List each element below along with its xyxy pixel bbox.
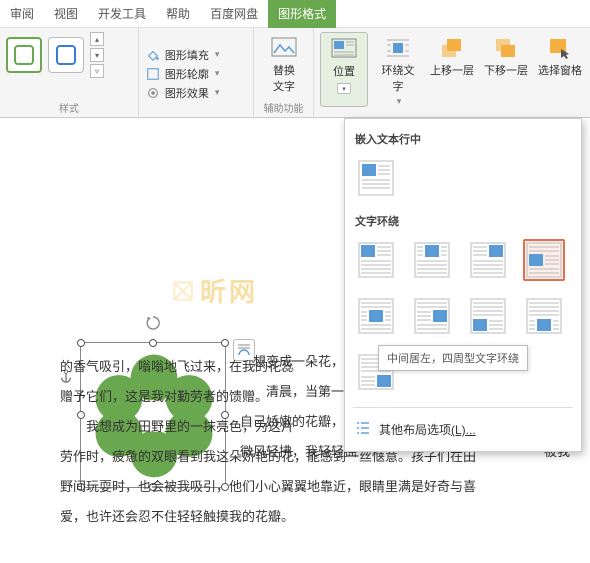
gallery-scroll-down[interactable]: ▾ <box>90 48 104 62</box>
bring-forward-label: 上移一层 <box>430 62 474 78</box>
dropdown-section-wrap: 文字环绕 <box>355 213 571 229</box>
chevron-down-icon: ▾ <box>397 96 402 107</box>
more-layout-key: (L)... <box>451 423 476 437</box>
selection-pane-button[interactable]: 选择窗格 <box>536 32 584 107</box>
group-accessibility: 替换 文字 辅助功能 <box>254 28 314 117</box>
position-option-middle-center[interactable] <box>355 295 397 337</box>
tab-baidu[interactable]: 百度网盘 <box>200 0 268 28</box>
gallery-more[interactable]: ▿ <box>90 64 104 78</box>
outline-icon <box>145 66 161 82</box>
gallery-scroll-up[interactable]: ▴ <box>90 32 104 46</box>
position-option-bottom-left[interactable] <box>467 295 509 337</box>
position-option-inline[interactable] <box>355 157 397 199</box>
shape-style-2[interactable] <box>48 37 84 73</box>
alt-text-button[interactable]: 替换 文字 <box>260 32 308 94</box>
more-layout-options[interactable]: 其他布局选项(L)... <box>353 416 573 443</box>
bring-forward-button[interactable]: 上移一层 <box>428 32 476 107</box>
alt-text-label: 替换 文字 <box>273 62 295 94</box>
tab-help[interactable]: 帮助 <box>156 0 200 28</box>
position-option-middle-left[interactable] <box>523 239 565 281</box>
tab-review[interactable]: 审阅 <box>0 0 44 28</box>
ribbon-tabs: 审阅 视图 开发工具 帮助 百度网盘 图形格式 <box>0 0 590 28</box>
shape-effects-label: 图形效果 <box>165 85 209 101</box>
tab-picture-format[interactable]: 图形格式 <box>268 0 336 28</box>
shape-fill-button[interactable]: 图形填充▾ <box>145 47 247 63</box>
position-icon <box>330 37 358 61</box>
position-dropdown-panel: 嵌入文本行中 文字环绕 <box>344 118 582 452</box>
group-arrange: 位置 ▾ 环绕文 字 ▾ 上移一层 下移一层 <box>314 28 590 117</box>
position-dropdown-toggle[interactable]: ▾ <box>337 83 351 94</box>
group-label-styles: 样式 <box>6 100 132 115</box>
text-line: 爱，也许还会忍不住轻轻触摸我的花瓣。 <box>60 502 580 532</box>
send-backward-label: 下移一层 <box>484 62 528 78</box>
position-option-top-left[interactable] <box>355 239 397 281</box>
tab-view[interactable]: 视图 <box>44 0 88 28</box>
send-backward-button[interactable]: 下移一层 <box>482 32 530 107</box>
position-button[interactable]: 位置 ▾ <box>320 32 368 107</box>
ribbon-bar: ▴ ▾ ▿ 样式 图形填充▾ 图形轮廓▾ <box>0 28 590 118</box>
tab-devtools[interactable]: 开发工具 <box>88 0 156 28</box>
effects-icon <box>145 85 161 101</box>
dropdown-section-inline: 嵌入文本行中 <box>355 131 571 147</box>
position-option-top-center[interactable] <box>411 239 453 281</box>
bring-forward-icon <box>438 36 466 60</box>
position-option-middle-right[interactable] <box>411 295 453 337</box>
shape-outline-button[interactable]: 图形轮廓▾ <box>145 66 247 82</box>
selection-pane-label: 选择窗格 <box>538 62 582 78</box>
send-backward-icon <box>492 36 520 60</box>
alt-text-icon <box>270 36 298 60</box>
position-option-tooltip: 中间居左，四周型文字环绕 <box>378 345 528 371</box>
paint-bucket-icon <box>145 47 161 63</box>
position-label: 位置 <box>333 63 355 79</box>
shape-fill-label: 图形填充 <box>165 47 209 63</box>
text-line: 野间玩耍时，也会被我吸引，他们小心翼翼地靠近，眼睛里满是好奇与喜 <box>60 472 580 502</box>
shape-style-gallery[interactable]: ▴ ▾ ▿ <box>6 32 132 78</box>
wrap-text-icon <box>384 36 412 60</box>
position-option-top-right[interactable] <box>467 239 509 281</box>
group-shape-format: 图形填充▾ 图形轮廓▾ 图形效果▾ <box>139 28 254 117</box>
group-shape-styles: ▴ ▾ ▿ 样式 <box>0 28 139 117</box>
selection-pane-icon <box>546 36 574 60</box>
wrap-text-button[interactable]: 环绕文 字 ▾ <box>374 32 422 107</box>
dropdown-separator <box>353 407 573 408</box>
shape-outline-label: 图形轮廓 <box>165 66 209 82</box>
group-label-accessibility: 辅助功能 <box>260 100 307 115</box>
shape-effects-button[interactable]: 图形效果▾ <box>145 85 247 101</box>
layout-options-list-icon <box>355 420 371 439</box>
wrap-text-label: 环绕文 字 <box>382 62 415 94</box>
position-option-bottom-center[interactable] <box>523 295 565 337</box>
more-layout-label: 其他布局选项 <box>379 423 451 437</box>
style-gallery-scroll: ▴ ▾ ▿ <box>90 32 104 78</box>
shape-style-1[interactable] <box>6 37 42 73</box>
